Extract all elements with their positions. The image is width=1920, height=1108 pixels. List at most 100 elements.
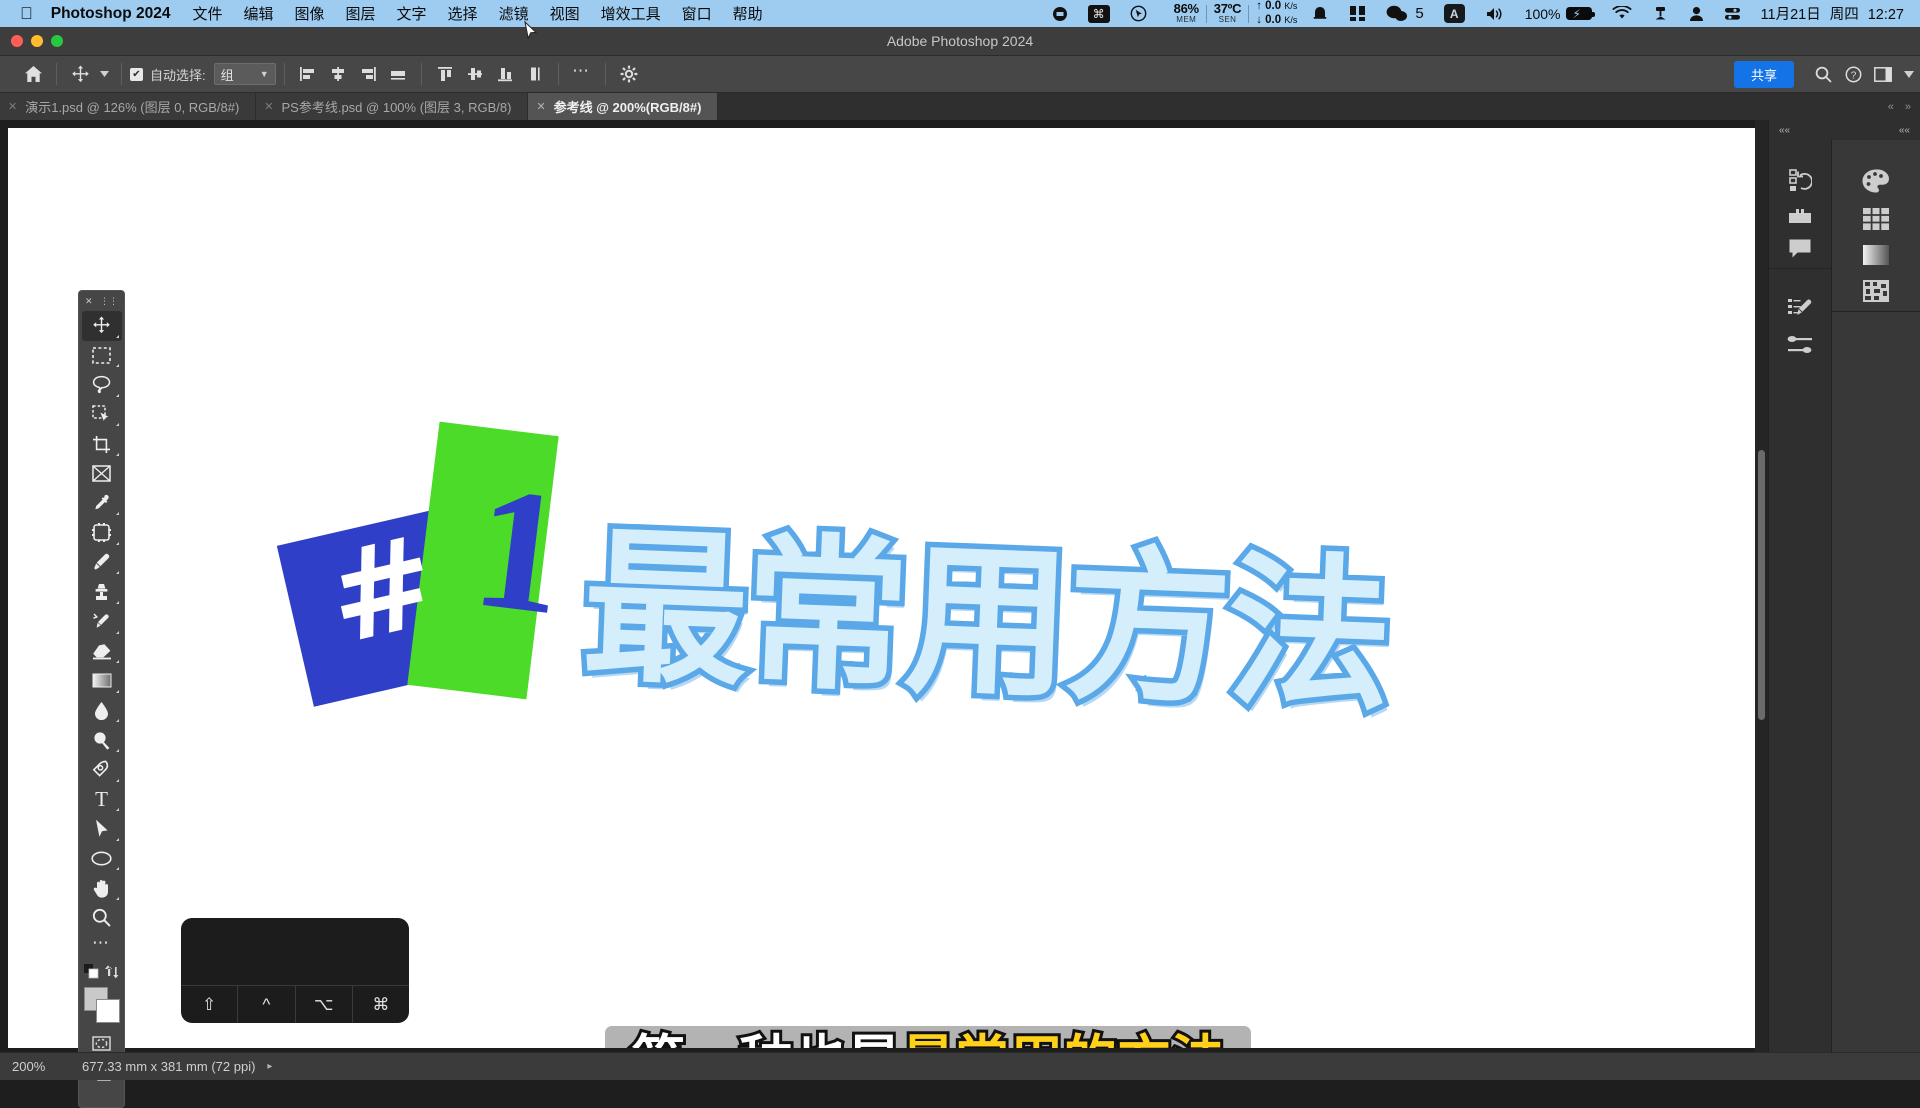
- menu-file[interactable]: 文件: [192, 3, 222, 24]
- menu-select[interactable]: 选择: [448, 3, 478, 24]
- search-icon[interactable]: [1808, 66, 1838, 83]
- color-panel-icon[interactable]: [1861, 168, 1891, 194]
- hand-tool[interactable]: [82, 873, 122, 903]
- menu-layer[interactable]: 图层: [346, 3, 376, 24]
- ellipse-shape-tool[interactable]: [82, 844, 122, 874]
- patterns-panel-icon[interactable]: [1862, 279, 1890, 303]
- menu-edit[interactable]: 编辑: [243, 3, 273, 24]
- dock-header[interactable]: «« ««: [1769, 120, 1920, 140]
- brush-presets-panel-icon[interactable]: [1787, 334, 1813, 356]
- history-panel-icon[interactable]: [1788, 168, 1812, 192]
- swatches-panel-icon[interactable]: [1862, 207, 1890, 231]
- crop-tool[interactable]: [82, 429, 122, 459]
- menu-plugins[interactable]: 增效工具: [601, 3, 661, 24]
- close-icon[interactable]: ✕: [536, 100, 545, 113]
- color-swatches[interactable]: [83, 987, 121, 1024]
- align-middle-v-icon[interactable]: [460, 60, 490, 88]
- bell-icon[interactable]: [1311, 6, 1329, 22]
- toolbar-grip[interactable]: ✕ ⋮⋮: [79, 291, 124, 311]
- gear-icon[interactable]: [614, 60, 644, 88]
- frame-tool[interactable]: [82, 459, 122, 489]
- close-icon[interactable]: ✕: [85, 296, 93, 307]
- expand-icon[interactable]: »: [1905, 101, 1911, 113]
- wifi-icon[interactable]: [1612, 6, 1632, 21]
- close-icon[interactable]: ✕: [8, 100, 17, 113]
- canvas[interactable]: # 1 最常用方法 ⇧ ^ ⌥ ⌘ 第一种也是最常用的方法: [8, 128, 1768, 1048]
- more-tools-icon[interactable]: ⋯: [82, 932, 122, 962]
- clone-stamp-tool[interactable]: [82, 577, 122, 607]
- menu-help[interactable]: 帮助: [733, 3, 763, 24]
- cursor-circle-icon[interactable]: [1130, 5, 1147, 22]
- wechat-icon[interactable]: [1386, 5, 1408, 22]
- move-tool[interactable]: [81, 311, 122, 341]
- gradients-panel-icon[interactable]: [1862, 244, 1890, 266]
- menubar-clock[interactable]: 11月21日 周四 12:27: [1761, 3, 1904, 24]
- system-monitor[interactable]: 86% MEM 37ºC SEN ↑ 0.0 K/s ↓ 0.0 K/s: [1167, 0, 1298, 26]
- close-window-button[interactable]: [11, 35, 23, 47]
- brush-settings-panel-icon[interactable]: [1787, 297, 1813, 321]
- swap-colors-icon[interactable]: [104, 964, 120, 982]
- path-selection-tool[interactable]: [82, 814, 122, 844]
- help-icon[interactable]: ?: [1838, 66, 1868, 83]
- menubar-app-name[interactable]: Photoshop 2024: [51, 5, 171, 23]
- chevron-down-icon[interactable]: [1898, 70, 1920, 78]
- zoom-tool[interactable]: [82, 903, 122, 933]
- menu-view[interactable]: 视图: [550, 3, 580, 24]
- home-icon[interactable]: [18, 60, 48, 88]
- distribute-h-icon[interactable]: [383, 60, 413, 88]
- background-color-swatch[interactable]: [95, 999, 120, 1024]
- lasso-tool[interactable]: [82, 370, 122, 400]
- align-right-icon[interactable]: [353, 60, 383, 88]
- vertical-scrollbar[interactable]: [1755, 120, 1768, 1066]
- distribute-v-icon[interactable]: [520, 60, 550, 88]
- eraser-tool[interactable]: [82, 637, 122, 667]
- share-button[interactable]: 共享: [1733, 60, 1794, 88]
- minimize-window-button[interactable]: [31, 35, 43, 47]
- gradient-tool[interactable]: [82, 666, 122, 696]
- document-tab-2[interactable]: ✕ PS参考线.psd @ 100% (图层 3, RGB/8): [256, 93, 529, 120]
- rectangular-marquee-tool[interactable]: [82, 341, 122, 371]
- dodge-tool[interactable]: [82, 725, 122, 755]
- comments-panel-icon[interactable]: [1788, 238, 1812, 260]
- workspace-layout-icon[interactable]: [1868, 66, 1898, 82]
- more-options-icon[interactable]: ⋯: [567, 60, 597, 88]
- history-brush-tool[interactable]: [82, 607, 122, 637]
- eyedropper-tool[interactable]: [82, 489, 122, 519]
- align-left-icon[interactable]: [293, 60, 323, 88]
- drag-handle-icon[interactable]: ⋮⋮: [100, 296, 118, 307]
- volume-icon[interactable]: [1485, 6, 1505, 22]
- brush-tool[interactable]: [82, 548, 122, 578]
- align-bottom-icon[interactable]: [490, 60, 520, 88]
- align-center-h-icon[interactable]: [323, 60, 353, 88]
- control-center-icon[interactable]: [1724, 6, 1741, 22]
- chevron-right-icon[interactable]: ▸: [267, 1061, 272, 1072]
- zoom-level[interactable]: 200%: [12, 1059, 74, 1074]
- pen-tool[interactable]: [82, 755, 122, 785]
- type-tool[interactable]: T: [82, 785, 122, 815]
- close-icon[interactable]: ✕: [264, 100, 273, 113]
- move-tool-icon[interactable]: [65, 60, 95, 88]
- command-key-icon[interactable]: ⌘: [1087, 4, 1110, 23]
- grid-apps-icon[interactable]: [1349, 5, 1366, 22]
- spot-healing-brush-tool[interactable]: [82, 518, 122, 548]
- blur-tool[interactable]: [82, 696, 122, 726]
- menu-type[interactable]: 文字: [397, 3, 427, 24]
- object-selection-tool[interactable]: [82, 400, 122, 430]
- battery-status[interactable]: 100% ⚡: [1525, 6, 1595, 22]
- document-tab-1[interactable]: ✕ 演示1.psd @ 126% (图层 0, RGB/8#): [0, 93, 257, 120]
- user-icon[interactable]: [1689, 6, 1704, 22]
- align-top-icon[interactable]: [430, 60, 460, 88]
- auto-select-checkbox[interactable]: ✔: [130, 67, 143, 81]
- edit-toolbar-icon[interactable]: [83, 964, 99, 982]
- menu-image[interactable]: 图像: [295, 3, 325, 24]
- record-dot-icon[interactable]: [1052, 6, 1068, 22]
- tool-preset-chevron-icon[interactable]: [95, 60, 113, 88]
- airplay-icon[interactable]: [1652, 6, 1669, 22]
- auto-select-dropdown[interactable]: 组 ▼: [213, 63, 276, 85]
- double-chevron-icon[interactable]: ««: [1779, 125, 1790, 136]
- apple-logo-icon[interactable]: : [20, 5, 33, 22]
- input-method-indicator[interactable]: A: [1443, 4, 1465, 23]
- double-chevron-icon-2[interactable]: ««: [1899, 125, 1910, 136]
- menu-window[interactable]: 窗口: [682, 3, 712, 24]
- vertical-scrollbar-thumb[interactable]: [1758, 450, 1765, 720]
